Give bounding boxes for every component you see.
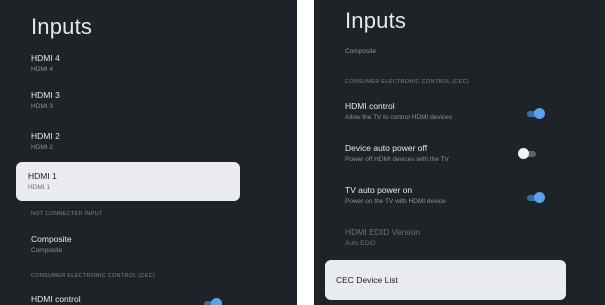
tv-auto-power-on-label: TV auto power on — [345, 185, 413, 195]
hdmi-edid-version-label: HDMI EDID Version — [345, 227, 421, 237]
section-header-cec: CONSUMER ELECTRONIC CONTROL (CEC) — [345, 79, 469, 85]
input-item-sublabel: Composite — [345, 48, 377, 55]
input-item-sublabel: HDMI 1 — [28, 184, 51, 191]
cec-device-list-selected[interactable]: CEC Device List — [325, 260, 566, 300]
input-item-composite[interactable]: Composite Composite — [31, 234, 72, 255]
input-item-label: HDMI 4 — [31, 53, 60, 63]
toggle-knob — [534, 192, 545, 203]
input-item-label: HDMI 2 — [31, 131, 60, 141]
input-item-sublabel: HDMI 2 — [31, 144, 54, 151]
input-item-hdmi-1: HDMI 1 HDMI 1 — [28, 171, 57, 192]
input-item-sublabel: HDMI 3 — [31, 103, 54, 110]
device-auto-power-off-toggle[interactable] — [518, 148, 538, 159]
hdmi-control-description: Allow the TV to control HDMI devices — [345, 114, 453, 121]
hdmi-control-toggle[interactable] — [202, 298, 222, 305]
section-header-cec: CONSUMER ELECTRONIC CONTROL (CEC) — [31, 273, 155, 279]
hdmi-control-label: HDMI control — [345, 101, 395, 111]
input-item-hdmi-1-selected[interactable]: HDMI 1 HDMI 1 — [16, 162, 240, 201]
input-item-sublabel: HDMI 4 — [31, 66, 54, 73]
input-item-hdmi-3[interactable]: HDMI 3 HDMI 3 — [31, 90, 60, 111]
device-auto-power-off-description: Power off HDMI devices with the TV — [345, 156, 449, 163]
cec-device-list-item: CEC Device List — [336, 275, 398, 286]
device-auto-power-off-label: Device auto power off — [345, 143, 428, 153]
input-item-composite[interactable]: Composite — [345, 46, 376, 56]
hdmi-control-toggle[interactable] — [525, 108, 545, 119]
toggle-knob — [211, 298, 222, 305]
tv-auto-power-on-description: Power on the TV with HDMI device — [345, 198, 446, 205]
hdmi-control-item[interactable]: HDMI control Allow the TV to control HDM… — [345, 101, 452, 122]
input-item-label: HDMI 3 — [31, 90, 60, 100]
section-header-not-connected: NOT CONNECTED INPUT — [31, 211, 103, 217]
device-auto-power-off-item[interactable]: Device auto power off Power off HDMI dev… — [345, 143, 449, 164]
left-panel: Inputs HDMI 4 HDMI 4 HDMI 3 HDMI 3 HDMI … — [0, 0, 297, 305]
cec-device-list-label: CEC Device List — [336, 275, 398, 285]
input-item-label: Composite — [31, 234, 72, 244]
input-item-sublabel: Composite — [31, 247, 63, 254]
page-title: Inputs — [345, 8, 407, 33]
input-item-hdmi-2[interactable]: HDMI 2 HDMI 2 — [31, 131, 60, 152]
page-title: Inputs — [31, 14, 93, 39]
tv-auto-power-on-toggle[interactable] — [525, 192, 545, 203]
hdmi-edid-version-value: Auto EDID — [345, 240, 376, 247]
input-item-label: HDMI 1 — [28, 171, 57, 181]
input-item-hdmi-4[interactable]: HDMI 4 HDMI 4 — [31, 53, 60, 74]
tv-auto-power-on-item[interactable]: TV auto power on Power on the TV with HD… — [345, 185, 446, 206]
right-panel: Inputs Composite CONSUMER ELECTRONIC CON… — [314, 0, 605, 305]
hdmi-edid-version-item: HDMI EDID Version Auto EDID — [345, 227, 420, 248]
toggle-knob — [534, 108, 545, 119]
hdmi-control-label: HDMI control — [31, 294, 81, 304]
hdmi-control-item[interactable]: HDMI control — [31, 294, 81, 305]
toggle-knob — [518, 148, 529, 159]
